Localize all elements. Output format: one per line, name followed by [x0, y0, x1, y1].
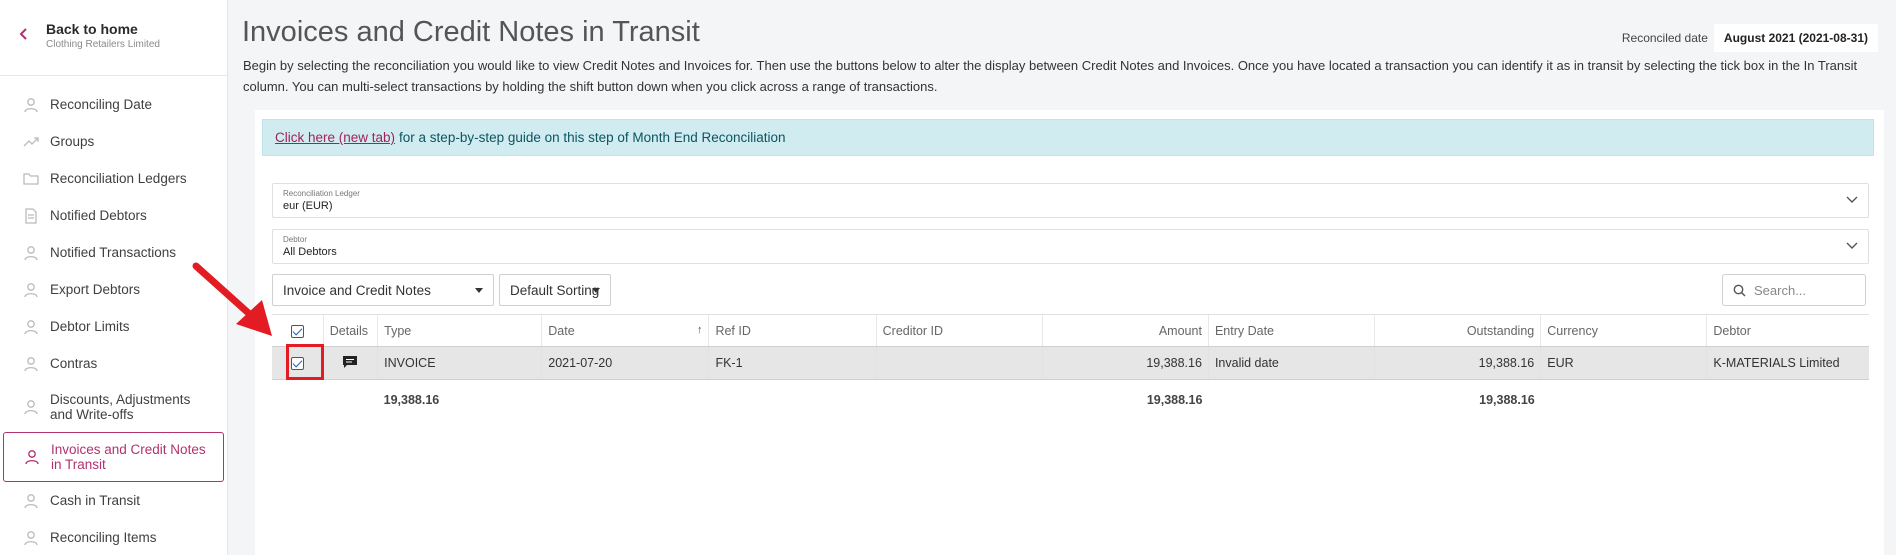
debtor-select[interactable]: Debtor All Debtors [272, 229, 1869, 264]
col-outstanding[interactable]: Outstanding [1374, 314, 1541, 347]
main-content: Invoices and Credit Notes in Transit Rec… [228, 0, 1896, 555]
sidebar-item-discounts[interactable]: Discounts, Adjustments and Write-offs [0, 382, 227, 432]
user-icon [25, 450, 39, 465]
sort-ascending-icon: ↑ [696, 323, 703, 336]
user-icon [24, 530, 38, 545]
reconciliation-ledger-select[interactable]: Reconciliation Ledger eur (EUR) [272, 183, 1869, 218]
cell-amount: 19,388.16 [1041, 346, 1209, 380]
col-details[interactable]: Details [322, 314, 378, 347]
reconciled-date-value: August 2021 (2021-08-31) [1713, 24, 1878, 52]
comment-icon[interactable] [342, 355, 358, 369]
total-amount: 19,388.16 [1146, 392, 1203, 407]
guide-link[interactable]: Click here (new tab) [275, 130, 395, 145]
chevron-down-icon [1846, 242, 1858, 249]
search-box [1722, 274, 1866, 306]
reconciliation-ledger-value: eur (EUR) [283, 200, 333, 212]
sidebar-item-label: Notified Debtors [50, 208, 147, 223]
sidebar-item-contras[interactable]: Contras [0, 345, 227, 382]
caret-down-icon [475, 288, 483, 293]
sidebar-item-reconciling-items[interactable]: Reconciling Items [0, 519, 227, 555]
user-icon [24, 400, 38, 415]
guide-text: for a step-by-step guide on this step of… [399, 130, 786, 145]
highlight-box [286, 344, 324, 380]
col-ref[interactable]: Ref ID [708, 314, 877, 347]
cell-creditor [875, 346, 1043, 380]
page-title: Invoices and Credit Notes in Transit [242, 16, 700, 48]
folder-icon [23, 172, 39, 185]
cell-currency: EUR [1540, 346, 1707, 380]
total-type: 19,388.16 [383, 392, 440, 407]
search-icon [1733, 284, 1746, 297]
col-date[interactable]: Date ↑ [541, 314, 709, 347]
total-outstanding: 19,388.16 [1479, 392, 1535, 407]
cell-entry-date: Invalid date [1207, 346, 1375, 380]
sidebar-item-reconciliation-ledgers[interactable]: Reconciliation Ledgers [0, 160, 227, 197]
type-filter-value: Invoice and Credit Notes [283, 282, 431, 298]
caret-down-icon [592, 288, 600, 293]
table-header-row: Details Type Date ↑ Ref ID Creditor ID Am… [272, 314, 1869, 347]
sorting-select[interactable]: Default Sorting [499, 274, 611, 306]
col-amount[interactable]: Amount [1041, 314, 1209, 347]
user-icon [24, 493, 38, 508]
chevron-left-icon [19, 28, 27, 40]
cell-ref: FK-1 [708, 346, 877, 380]
sidebar-item-invoices-in-transit[interactable]: Invoices and Credit Notes in Transit [3, 432, 224, 482]
reconciled-date-label: Reconciled date [1621, 31, 1708, 45]
col-currency[interactable]: Currency [1540, 314, 1707, 347]
red-arrow-annotation [192, 262, 272, 336]
sidebar-item-label: Groups [50, 134, 95, 149]
back-to-home-link[interactable]: Back to home Clothing Retailers Limited [0, 0, 227, 76]
sidebar-item-label: Invoices and Credit Notes in Transit [51, 442, 206, 472]
sidebar-item-notified-debtors[interactable]: Notified Debtors [0, 197, 227, 234]
select-all-cell [272, 314, 324, 347]
sidebar-item-label: Debtor Limits [50, 319, 130, 334]
sidebar-item-label: Reconciliation Ledgers [50, 171, 187, 186]
debtor-value: All Debtors [283, 246, 337, 258]
col-date-label: Date [548, 323, 575, 338]
cell-outstanding: 19,388.16 [1374, 346, 1541, 380]
table-row[interactable]: INVOICE 2021-07-20 FK-1 19,388.16 Invali… [272, 346, 1869, 380]
type-filter-select[interactable]: Invoice and Credit Notes [272, 274, 494, 306]
page-description: Begin by selecting the reconciliation yo… [243, 58, 1858, 94]
sidebar-item-label: Reconciling Items [50, 530, 157, 545]
col-type[interactable]: Type [377, 314, 542, 347]
company-name: Clothing Retailers Limited [46, 39, 160, 50]
user-icon [24, 97, 38, 112]
search-input[interactable] [1754, 282, 1854, 298]
col-creditor[interactable]: Creditor ID [875, 314, 1043, 347]
document-icon [25, 207, 37, 224]
sidebar-item-label: Discounts, Adjustments and Write-offs [50, 392, 191, 422]
sidebar-item-reconciling-date[interactable]: Reconciling Date [0, 86, 227, 123]
debtor-label: Debtor [283, 235, 308, 244]
details-cell [322, 346, 378, 380]
totals-row: 19,388.16 19,388.16 19,388.16 [272, 380, 1869, 420]
user-icon [24, 356, 38, 371]
back-title: Back to home [46, 21, 138, 37]
cell-type: INVOICE [377, 346, 542, 380]
sidebar-item-label: Notified Transactions [50, 245, 177, 260]
sorting-value: Default Sorting [510, 282, 600, 298]
sidebar-item-cash-in-transit[interactable]: Cash in Transit [0, 482, 227, 519]
user-icon [24, 245, 38, 260]
select-all-checkbox[interactable] [290, 324, 304, 338]
chevron-down-icon [1846, 196, 1858, 203]
col-entry-date[interactable]: Entry Date [1207, 314, 1375, 347]
trend-icon [23, 136, 39, 146]
cell-debtor: K-MATERIALS Limited [1706, 346, 1869, 380]
user-icon [24, 319, 38, 334]
sidebar-item-groups[interactable]: Groups [0, 123, 227, 160]
user-icon [24, 282, 38, 297]
content-card: Click here (new tab) for a step-by-step … [255, 110, 1884, 555]
col-debtor[interactable]: Debtor [1706, 314, 1869, 347]
reconciliation-ledger-label: Reconciliation Ledger [283, 189, 360, 198]
sidebar-item-label: Cash in Transit [50, 493, 141, 508]
cell-date: 2021-07-20 [541, 346, 709, 380]
reconciled-date: Reconciled date August 2021 (2021-08-31) [1622, 24, 1878, 52]
sidebar-item-label: Contras [50, 356, 98, 371]
sidebar-item-label: Reconciling Date [50, 97, 153, 112]
sidebar-item-label: Export Debtors [50, 282, 141, 297]
transactions-table: Details Type Date ↑ Ref ID Creditor ID Am… [272, 314, 1869, 420]
guide-banner: Click here (new tab) for a step-by-step … [262, 119, 1874, 156]
